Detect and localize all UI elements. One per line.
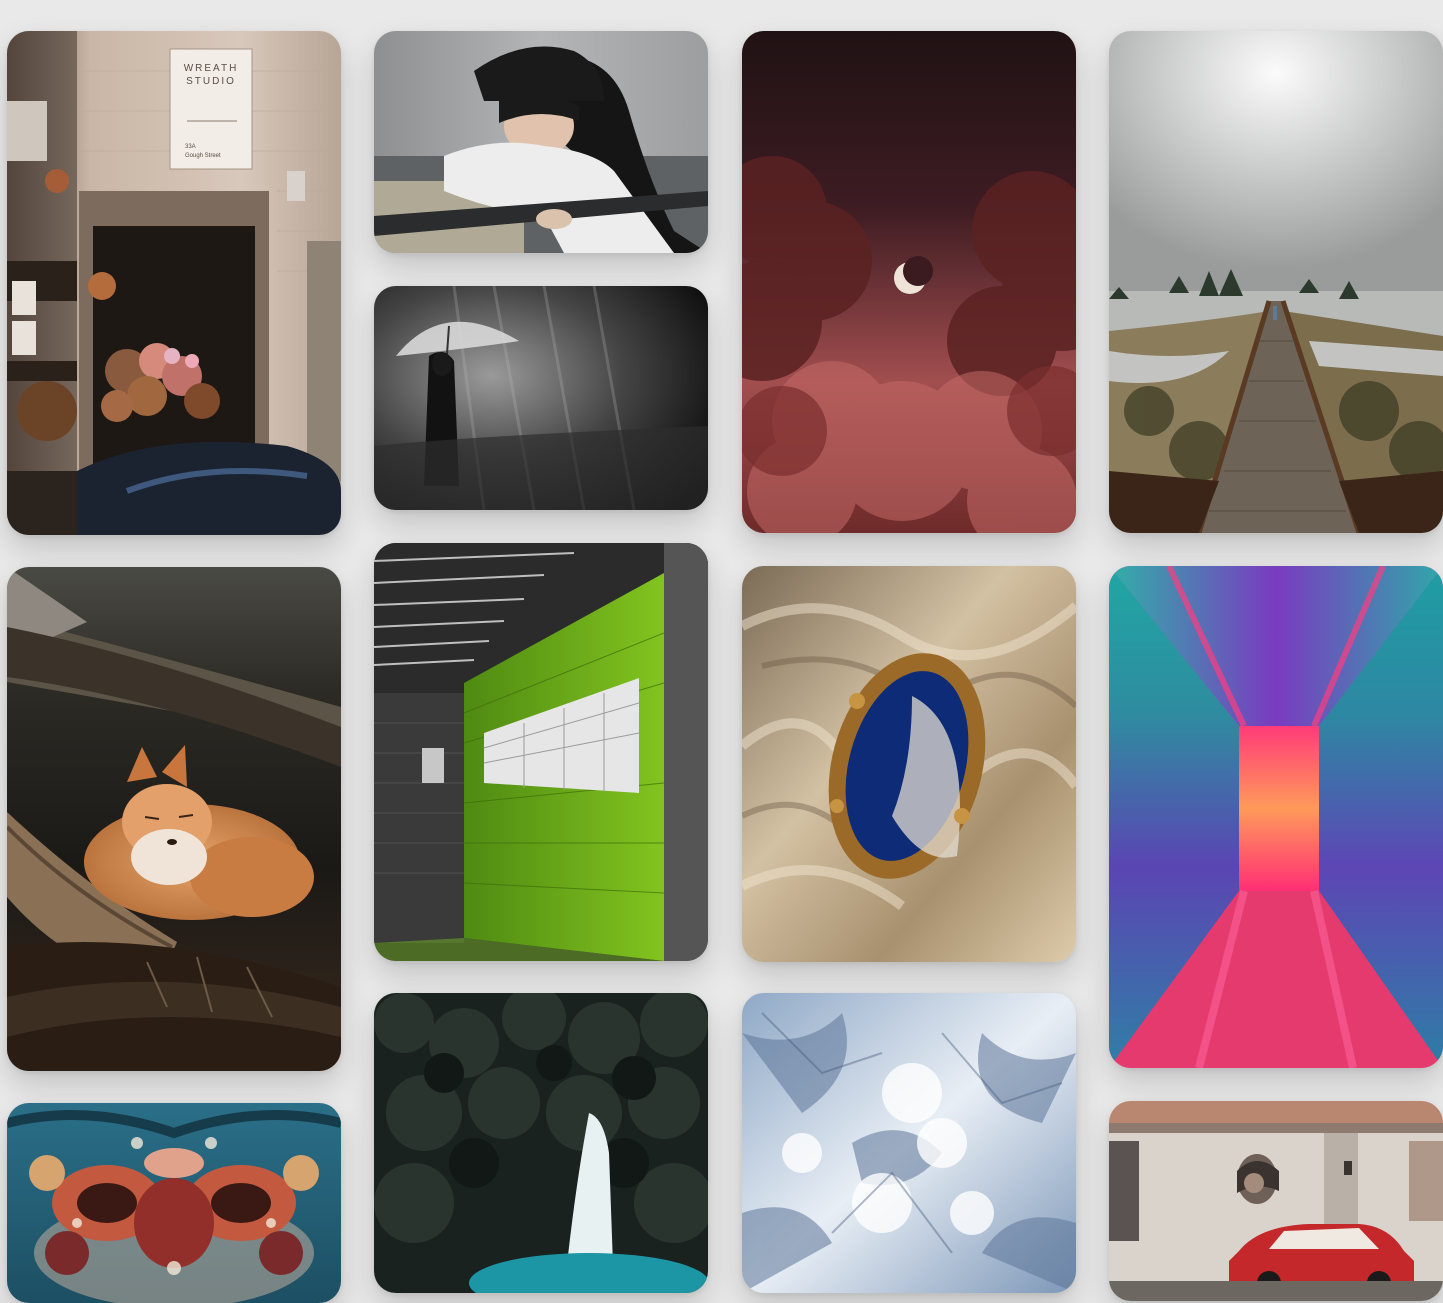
moon-clouds-photo[interactable] xyxy=(742,31,1076,533)
sign-line-1: WREATH xyxy=(184,63,239,74)
girl-railing-photo[interactable] xyxy=(374,31,708,253)
umbrella-rain-image xyxy=(374,286,708,510)
waterfall-photo[interactable] xyxy=(374,993,708,1293)
fox-photo[interactable] xyxy=(7,567,341,1071)
sign-line-2: STUDIO xyxy=(186,76,236,87)
sign-address-2: Gough Street xyxy=(185,153,221,159)
green-corridor-image xyxy=(374,543,708,961)
abstract-fluid-image xyxy=(7,1103,341,1303)
fox-image xyxy=(7,567,341,1071)
havana-car-image xyxy=(1109,1101,1443,1301)
waterfall-image xyxy=(374,993,708,1293)
moon-clouds-image xyxy=(742,31,1076,533)
snow-mountains-image xyxy=(742,993,1076,1293)
havana-car-photo[interactable] xyxy=(1109,1101,1443,1301)
abstract-fluid-photo[interactable] xyxy=(7,1103,341,1303)
neon-hallway-photo[interactable] xyxy=(1109,566,1443,1068)
mirror-satin-image xyxy=(742,566,1076,962)
umbrella-rain-photo[interactable] xyxy=(374,286,708,510)
flower-shop-photo[interactable]: WREATH STUDIO 33A Gough Street xyxy=(7,31,341,535)
flower-shop-image: WREATH STUDIO 33A Gough Street xyxy=(7,31,341,535)
snow-mountains-photo[interactable] xyxy=(742,993,1076,1293)
green-corridor-photo[interactable] xyxy=(374,543,708,961)
boardwalk-lake-photo[interactable] xyxy=(1109,31,1443,533)
girl-railing-image xyxy=(374,31,708,253)
sign-address-1: 33A xyxy=(185,144,196,150)
neon-hallway-image xyxy=(1109,566,1443,1068)
mirror-satin-photo[interactable] xyxy=(742,566,1076,962)
boardwalk-lake-image xyxy=(1109,31,1443,533)
